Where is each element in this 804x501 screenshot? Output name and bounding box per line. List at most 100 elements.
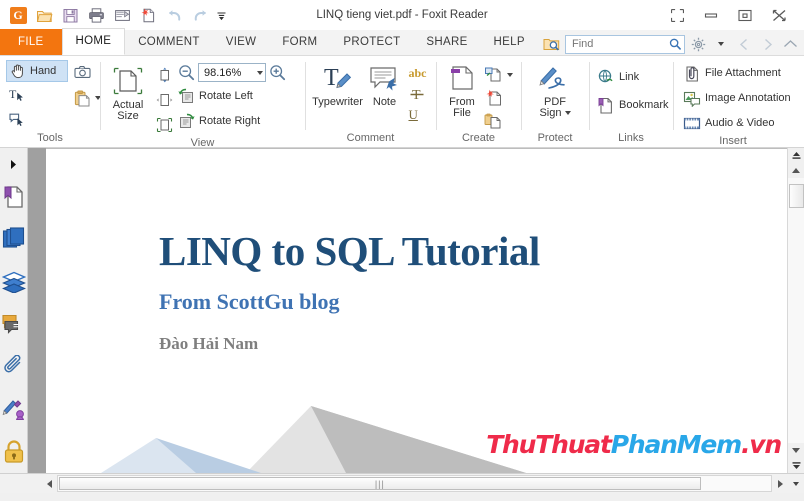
actual-size-button[interactable]: Actual Size [106, 62, 150, 122]
status-bar-footer [0, 493, 804, 501]
save-icon[interactable] [58, 3, 82, 27]
zoom-out-icon[interactable] [178, 64, 195, 81]
sidebar-item-signatures[interactable] [0, 388, 28, 431]
sidebar-item-layers[interactable] [0, 260, 28, 303]
document-viewer[interactable]: LINQ to SQL Tutorial From ScottGu blog Đ… [28, 148, 787, 473]
scroll-down-arrow[interactable] [787, 443, 804, 458]
search-settings-gear-icon[interactable] [688, 34, 708, 54]
horizontal-scrollbar[interactable]: ||| [0, 473, 804, 493]
pdf-page[interactable]: LINQ to SQL Tutorial From ScottGu blog Đ… [46, 148, 787, 473]
image-annotation-button[interactable]: Image Annotation [683, 87, 791, 109]
search-document-icon[interactable] [542, 34, 562, 54]
snapshot-button[interactable] [72, 61, 103, 83]
sidebar-item-attachments[interactable] [0, 345, 28, 388]
foxit-logo-icon[interactable]: G [6, 3, 30, 27]
pdf-sign-button[interactable]: PDF Sign [532, 62, 578, 119]
fit-width-button[interactable] [154, 89, 175, 111]
from-file-label: From File [449, 96, 475, 119]
scroll-up-arrow[interactable] [787, 163, 804, 178]
tab-view[interactable]: VIEW [213, 29, 270, 55]
sidebar-item-bookmarks[interactable] [0, 175, 28, 218]
redo-icon[interactable] [188, 3, 212, 27]
sidebar-item-comments[interactable] [0, 303, 28, 346]
from-file-button[interactable]: From File [442, 62, 482, 119]
from-clipboard-icon [484, 112, 503, 129]
scroll-right-arrow[interactable] [772, 475, 788, 493]
tab-share[interactable]: SHARE [413, 29, 480, 55]
sidebar-item-security[interactable] [0, 430, 28, 473]
select-annotation-button[interactable] [6, 108, 68, 130]
underline-button[interactable]: U [406, 105, 430, 125]
bookmark-button[interactable]: Bookmark [597, 94, 669, 116]
open-icon[interactable] [32, 3, 56, 27]
search-dropdown-icon[interactable] [711, 34, 731, 54]
close-icon[interactable] [762, 1, 796, 29]
vertical-scroll-thumb[interactable] [788, 184, 804, 208]
typewriter-button[interactable]: T Typewriter [312, 62, 364, 108]
print-icon[interactable] [84, 3, 108, 27]
highlight-button[interactable]: abc [406, 63, 430, 83]
scroll-up-first-page-icon[interactable] [787, 148, 804, 163]
maximize-icon[interactable] [728, 1, 762, 29]
scroll-left-arrow[interactable] [41, 475, 57, 493]
image-annotation-label: Image Annotation [705, 92, 791, 104]
rotate-right-button[interactable]: Rotate Right [178, 110, 286, 132]
rotate-left-button[interactable]: Rotate Left [178, 85, 286, 107]
horizontal-scroll-thumb[interactable]: ||| [59, 477, 701, 490]
select-text-button[interactable]: T [6, 84, 68, 106]
clipboard-icon [74, 89, 91, 107]
svg-text:T: T [9, 87, 17, 101]
tab-form[interactable]: FORM [269, 29, 330, 55]
ribbon-group-insert: File Attachment Image Annotation Audio &… [673, 56, 804, 148]
next-page-icon[interactable] [757, 34, 777, 54]
rotate-left-icon [178, 88, 195, 104]
from-scanner-button[interactable] [482, 64, 515, 85]
from-scanner-dropdown-icon[interactable] [507, 72, 513, 77]
file-attachment-button[interactable]: File Attachment [683, 62, 781, 84]
ribbon-group-label-protect: Protect [537, 132, 573, 144]
previous-page-icon[interactable] [734, 34, 754, 54]
blank-page-button[interactable] [482, 87, 515, 108]
tab-file[interactable]: FILE [0, 29, 62, 55]
link-button[interactable]: Link [597, 66, 639, 88]
zoom-level-input[interactable]: 98.16% [198, 63, 266, 82]
tab-help[interactable]: HELP [481, 29, 538, 55]
zoom-in-icon[interactable] [269, 64, 286, 81]
audio-video-button[interactable]: Audio & Video [683, 112, 775, 134]
pdf-sign-dropdown-icon[interactable] [564, 111, 571, 116]
qat-dropdown-icon[interactable] [214, 3, 228, 27]
fit-width-icon [156, 92, 173, 108]
clipboard-button[interactable] [72, 87, 103, 109]
fit-page-button[interactable] [154, 64, 175, 86]
search-input-wrapper[interactable] [565, 34, 685, 54]
horizontal-scroll-track[interactable]: ||| [57, 475, 772, 492]
email-icon[interactable] [110, 3, 134, 27]
ribbon-group-comment: T Typewriter Note abc T U Comment [305, 56, 436, 148]
vertical-scroll-track[interactable] [787, 178, 804, 443]
pdf-sign-icon [537, 64, 573, 95]
tab-home[interactable]: HOME [61, 28, 126, 55]
search-input[interactable] [572, 38, 669, 50]
new-from-file-icon[interactable] [136, 3, 160, 27]
document-subtitle: From ScottGu blog [159, 289, 340, 314]
from-clipboard-button[interactable] [482, 110, 515, 131]
minimize-icon[interactable] [694, 1, 728, 29]
vertical-scrollbar[interactable] [787, 148, 804, 473]
scroll-down-last-page-icon[interactable] [787, 458, 804, 473]
watermark-part3: .vn [741, 430, 782, 459]
strikeout-button[interactable]: T [406, 84, 430, 104]
tab-comment[interactable]: COMMENT [125, 29, 213, 55]
sidebar-expand-toggle[interactable] [0, 154, 28, 175]
collapse-ribbon-icon[interactable] [780, 34, 800, 54]
ribbon-group-label-create: Create [461, 132, 496, 144]
scroll-options-icon[interactable] [788, 475, 804, 493]
hand-tool-button[interactable]: Hand [6, 60, 68, 82]
note-button[interactable]: Note [364, 62, 406, 108]
sidebar-item-pages[interactable] [0, 218, 28, 261]
undo-icon[interactable] [162, 3, 186, 27]
zoom-dropdown-icon[interactable] [257, 70, 263, 75]
restore-layout-icon[interactable] [660, 1, 694, 29]
strikeout-icon: T [409, 86, 425, 103]
fit-visible-button[interactable] [154, 114, 175, 136]
tab-protect[interactable]: PROTECT [330, 29, 413, 55]
